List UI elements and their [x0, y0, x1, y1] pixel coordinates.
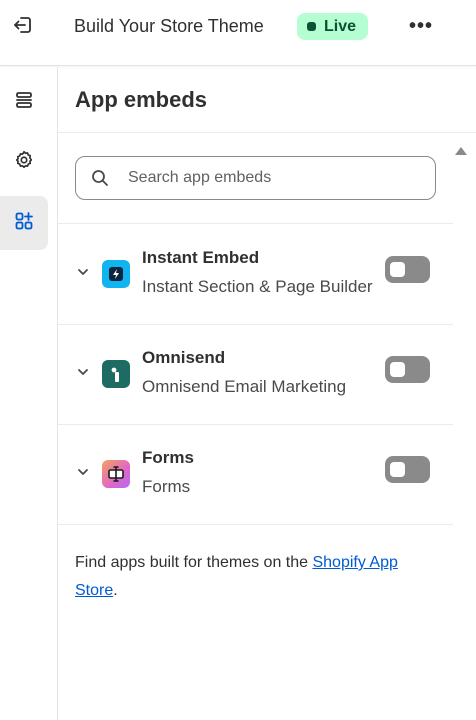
instant-embed-logo-icon — [102, 260, 130, 288]
enable-toggle-forms[interactable] — [385, 456, 430, 483]
theme-title: Build Your Store Theme — [74, 16, 264, 36]
live-dot-icon — [307, 22, 316, 31]
app-store-hint: Find apps built for themes on the Shopif… — [75, 549, 425, 605]
scroll-up-arrow-icon[interactable] — [455, 147, 467, 155]
exit-icon — [12, 14, 34, 41]
chevron-down-icon[interactable] — [75, 364, 91, 380]
toggle-knob — [390, 462, 405, 477]
chevron-down-icon[interactable] — [75, 264, 91, 280]
panel-header: App embeds — [58, 67, 476, 133]
rail-item-sections[interactable] — [0, 75, 48, 129]
status-badge-label: Live — [324, 17, 357, 35]
enable-toggle-omnisend[interactable] — [385, 356, 430, 383]
app-subtitle: Forms — [142, 477, 191, 496]
more-icon: ••• — [408, 14, 433, 37]
rail-item-settings[interactable] — [0, 135, 48, 189]
app-embed-row-forms: Forms Forms — [58, 424, 453, 524]
search-input[interactable] — [128, 169, 418, 187]
panel-title: App embeds — [75, 87, 208, 112]
app-name: Instant Embed — [142, 248, 260, 267]
top-bar: Build Your Store Theme Live ••• — [0, 0, 476, 66]
footer-text-prefix: Find apps built for themes on the — [75, 554, 313, 571]
app-embed-row-omnisend: Omnisend Omnisend Email Marketing — [58, 324, 453, 424]
toggle-knob — [390, 362, 405, 377]
forms-logo-icon — [102, 460, 130, 488]
enable-toggle-instant-embed[interactable] — [385, 256, 430, 283]
editor-sidebar-rail — [0, 67, 58, 720]
app-embeds-panel: App embeds Instant Embed Instant Section… — [58, 67, 476, 720]
app-subtitle: Instant Section & Page Builder — [142, 277, 373, 296]
toggle-knob — [390, 262, 405, 277]
app-name: Omnisend — [142, 348, 226, 367]
more-actions-button[interactable]: ••• — [406, 14, 436, 38]
chevron-down-icon[interactable] — [75, 464, 91, 480]
search-field[interactable] — [75, 156, 436, 200]
app-embed-row-instant-embed: Instant Embed Instant Section & Page Bui… — [58, 224, 453, 324]
search-icon — [90, 168, 110, 188]
footer-text-suffix: . — [113, 582, 118, 599]
rail-item-app-embeds[interactable] — [0, 196, 48, 250]
divider — [58, 524, 453, 525]
apps-add-icon — [13, 210, 35, 237]
status-badge: Live — [297, 13, 369, 40]
app-name: Forms — [142, 448, 194, 467]
gear-icon — [13, 149, 35, 176]
app-subtitle: Omnisend Email Marketing — [142, 377, 347, 396]
omnisend-logo-icon — [102, 360, 130, 388]
exit-button[interactable] — [8, 12, 38, 42]
sections-icon — [13, 89, 35, 116]
